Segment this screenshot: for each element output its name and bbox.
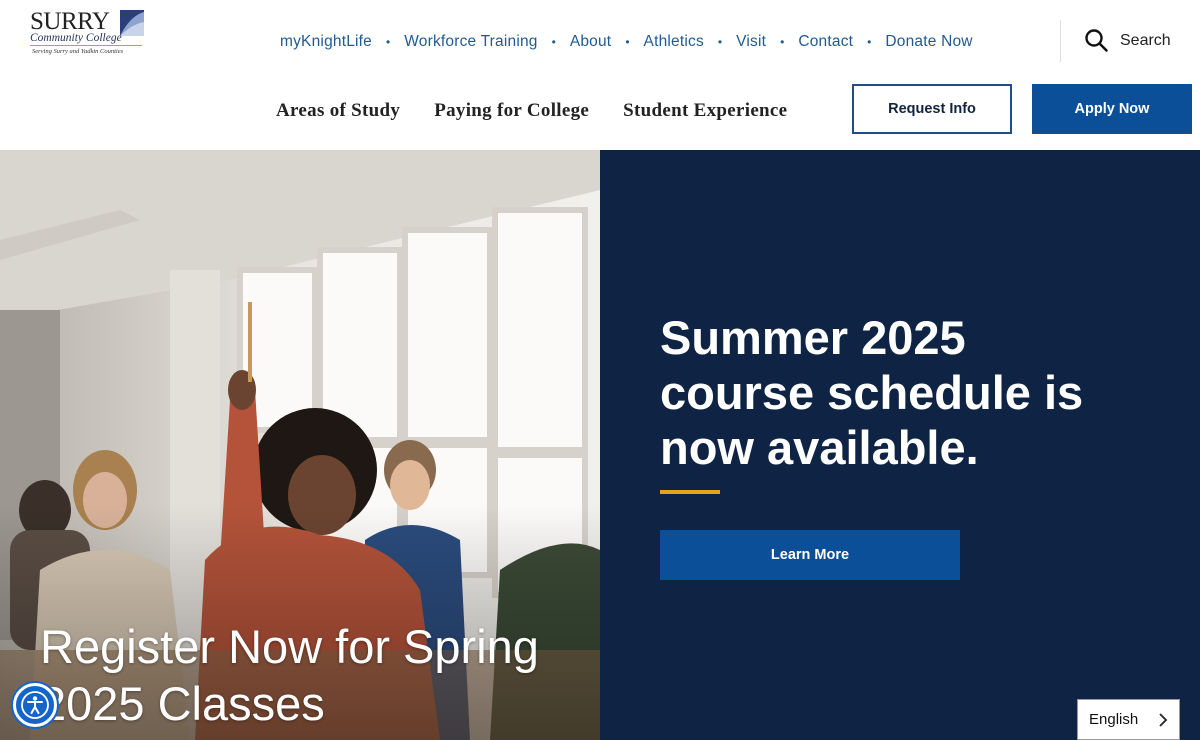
main-nav: Areas of Study Paying for College Studen… — [276, 100, 821, 122]
utility-link-donate-now[interactable]: Donate Now — [885, 33, 972, 51]
nav-separator: • — [717, 35, 723, 49]
utility-link-athletics[interactable]: Athletics — [644, 33, 704, 51]
language-selector[interactable]: English — [1077, 699, 1180, 740]
utility-link-workforce-training[interactable]: Workforce Training — [404, 33, 537, 51]
logo-subtitle: Community College — [30, 32, 122, 44]
site-header: SURRY Community College Serving Surry an… — [0, 0, 1200, 150]
hero-register-panel[interactable]: Register Now for Spring 2025 Classes — [0, 150, 600, 740]
apply-now-button[interactable]: Apply Now — [1032, 84, 1192, 134]
logo-tagline: Serving Surry and Yadkin Counties — [32, 48, 124, 55]
utility-link-myknightlife[interactable]: myKnightLife — [280, 33, 372, 51]
chevron-right-icon — [1159, 713, 1168, 727]
hero-register-headline: Register Now for Spring 2025 Classes — [40, 620, 539, 730]
nav-separator: • — [551, 35, 556, 49]
hero-summer-panel: Summer 2025 course schedule is now avail… — [600, 150, 1200, 740]
main-nav-paying-for-college[interactable]: Paying for College — [434, 100, 589, 122]
nav-separator: • — [625, 35, 630, 49]
college-logo[interactable]: SURRY Community College Serving Surry an… — [28, 8, 146, 60]
nav-separator: • — [386, 35, 391, 49]
utility-link-visit[interactable]: Visit — [736, 33, 766, 51]
language-label: English — [1089, 711, 1139, 728]
logo-rule — [30, 45, 142, 46]
accent-bar — [660, 490, 720, 494]
main-nav-areas-of-study[interactable]: Areas of Study — [276, 100, 400, 122]
utility-nav: myKnightLife • Workforce Training • Abou… — [280, 30, 973, 54]
accessibility-button[interactable] — [13, 683, 57, 727]
request-info-button[interactable]: Request Info — [852, 84, 1012, 134]
search-label: Search — [1120, 31, 1171, 49]
search-button[interactable]: Search — [1084, 28, 1171, 53]
utility-link-contact[interactable]: Contact — [798, 33, 853, 51]
accessibility-icon — [21, 691, 49, 719]
utility-link-about[interactable]: About — [570, 33, 612, 51]
hero-summer-headline: Summer 2025 course schedule is now avail… — [660, 311, 1084, 474]
logo-mark-icon — [120, 10, 144, 36]
nav-separator: • — [780, 35, 785, 49]
header-divider — [1060, 20, 1061, 62]
nav-separator: • — [867, 35, 872, 49]
main-nav-student-experience[interactable]: Student Experience — [623, 100, 787, 122]
search-icon — [1085, 29, 1108, 52]
learn-more-button[interactable]: Learn More — [660, 530, 960, 580]
